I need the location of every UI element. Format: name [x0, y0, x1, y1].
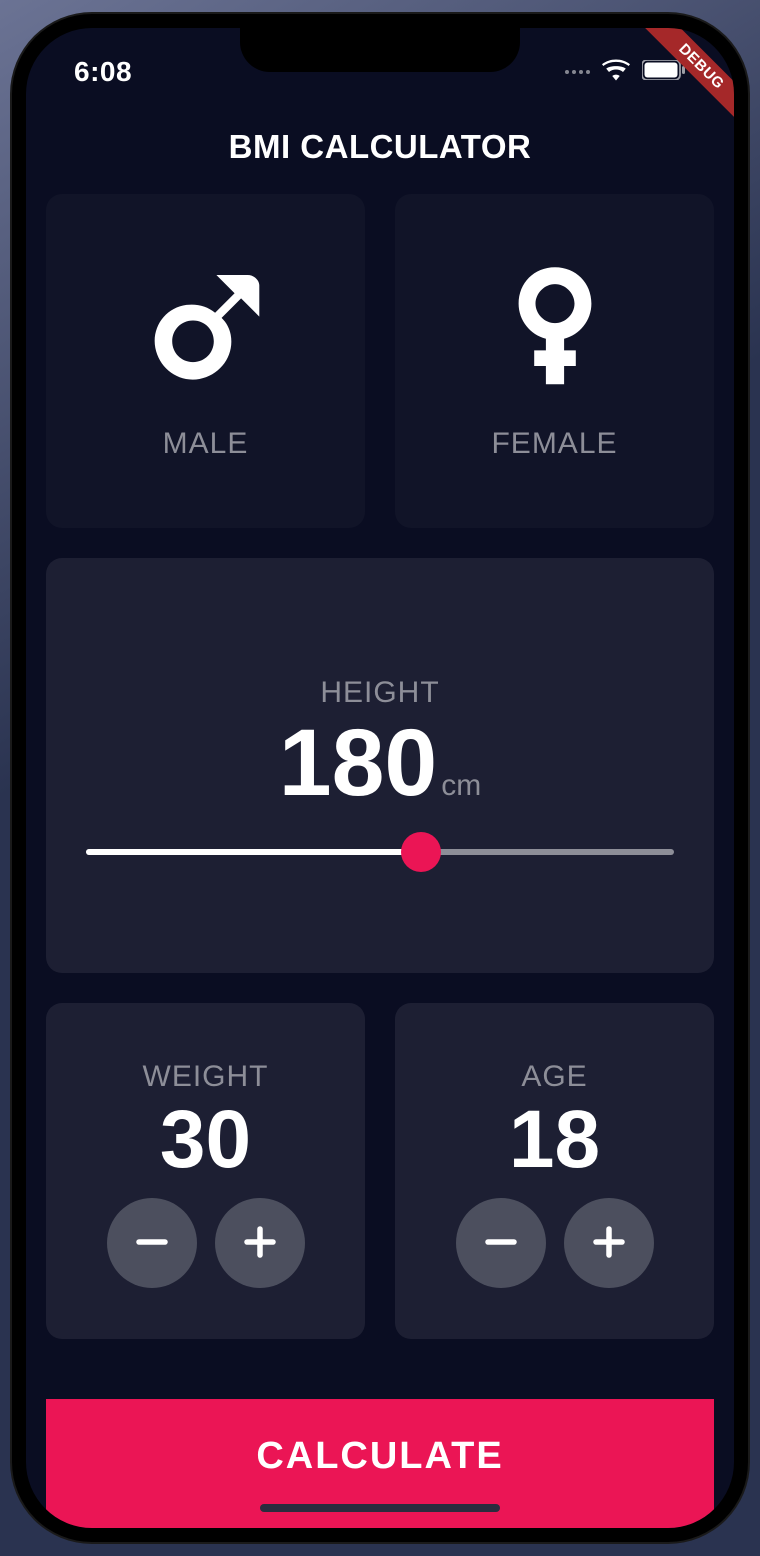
plus-icon: [239, 1221, 281, 1266]
height-card: HEIGHT 180 cm: [46, 558, 714, 973]
height-value: 180: [279, 716, 438, 811]
weight-decrement-button[interactable]: [107, 1198, 197, 1288]
male-label: MALE: [163, 427, 249, 461]
status-time: 6:08: [74, 56, 132, 88]
male-card[interactable]: MALE: [46, 194, 365, 528]
female-label: FEMALE: [491, 427, 617, 461]
phone-frame: DEBUG 6:08 BMI CALCULATOR: [12, 14, 748, 1542]
slider-track: [86, 849, 674, 855]
minus-icon: [131, 1221, 173, 1266]
age-label: AGE: [521, 1060, 587, 1094]
stepper-row: WEIGHT 30 AGE 18: [46, 1003, 714, 1339]
status-icons: [565, 59, 686, 86]
height-slider[interactable]: [46, 817, 714, 855]
slider-fill: [86, 849, 421, 855]
male-icon: [141, 262, 271, 397]
height-unit: cm: [441, 769, 481, 803]
slider-thumb[interactable]: [401, 832, 441, 872]
weight-value: 30: [160, 1099, 251, 1181]
height-label: HEIGHT: [320, 676, 439, 710]
battery-icon: [642, 60, 686, 85]
age-controls: [456, 1198, 654, 1288]
minus-icon: [480, 1221, 522, 1266]
weight-card: WEIGHT 30: [46, 1003, 365, 1339]
age-value: 18: [509, 1099, 600, 1181]
female-icon: [490, 262, 620, 397]
wifi-icon: [602, 59, 630, 86]
screen: DEBUG 6:08 BMI CALCULATOR: [26, 28, 734, 1528]
app-title: BMI CALCULATOR: [26, 98, 734, 194]
age-card: AGE 18: [395, 1003, 714, 1339]
signal-dots-icon: [565, 70, 590, 74]
notch: [240, 28, 520, 72]
weight-label: WEIGHT: [143, 1060, 269, 1094]
gender-row: MALE FEMALE: [46, 194, 714, 528]
age-decrement-button[interactable]: [456, 1198, 546, 1288]
weight-controls: [107, 1198, 305, 1288]
main-content: MALE FEMALE HEIGHT 180 cm: [26, 194, 734, 1528]
age-increment-button[interactable]: [564, 1198, 654, 1288]
home-indicator[interactable]: [260, 1504, 500, 1512]
height-value-row: 180 cm: [279, 716, 482, 811]
weight-increment-button[interactable]: [215, 1198, 305, 1288]
female-card[interactable]: FEMALE: [395, 194, 714, 528]
plus-icon: [588, 1221, 630, 1266]
